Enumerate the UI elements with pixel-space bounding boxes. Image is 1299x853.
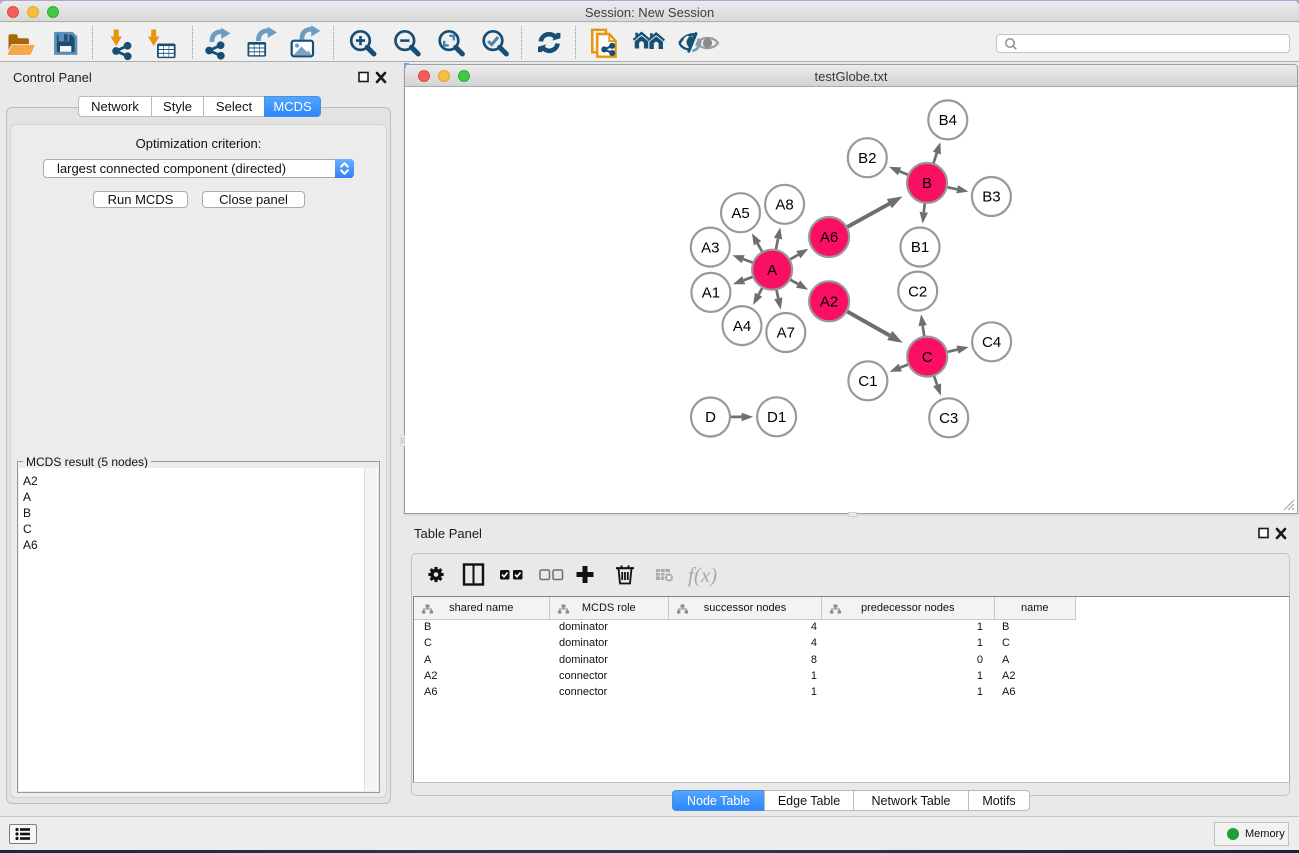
svg-text:C: C	[922, 349, 933, 366]
svg-text:D: D	[705, 409, 716, 426]
svg-text:C4: C4	[982, 334, 1001, 351]
svg-text:B4: B4	[939, 112, 957, 129]
svg-text:A3: A3	[701, 239, 719, 256]
svg-text:C3: C3	[939, 410, 958, 427]
svg-text:f(x): f(x)	[688, 563, 717, 587]
svg-text:A2: A2	[820, 294, 838, 311]
svg-text:B3: B3	[982, 189, 1000, 206]
svg-text:B1: B1	[911, 239, 929, 256]
svg-text:D1: D1	[767, 409, 786, 426]
svg-text:C1: C1	[858, 373, 877, 390]
svg-text:A8: A8	[775, 197, 793, 214]
svg-text:A: A	[767, 262, 777, 279]
svg-text:B: B	[922, 175, 932, 192]
svg-text:A4: A4	[733, 318, 751, 335]
svg-text:C2: C2	[908, 283, 927, 300]
svg-text:A7: A7	[777, 325, 795, 342]
svg-text:A6: A6	[820, 229, 838, 246]
svg-text:B2: B2	[858, 150, 876, 167]
svg-text:A5: A5	[731, 205, 749, 222]
svg-text:A1: A1	[702, 285, 720, 302]
